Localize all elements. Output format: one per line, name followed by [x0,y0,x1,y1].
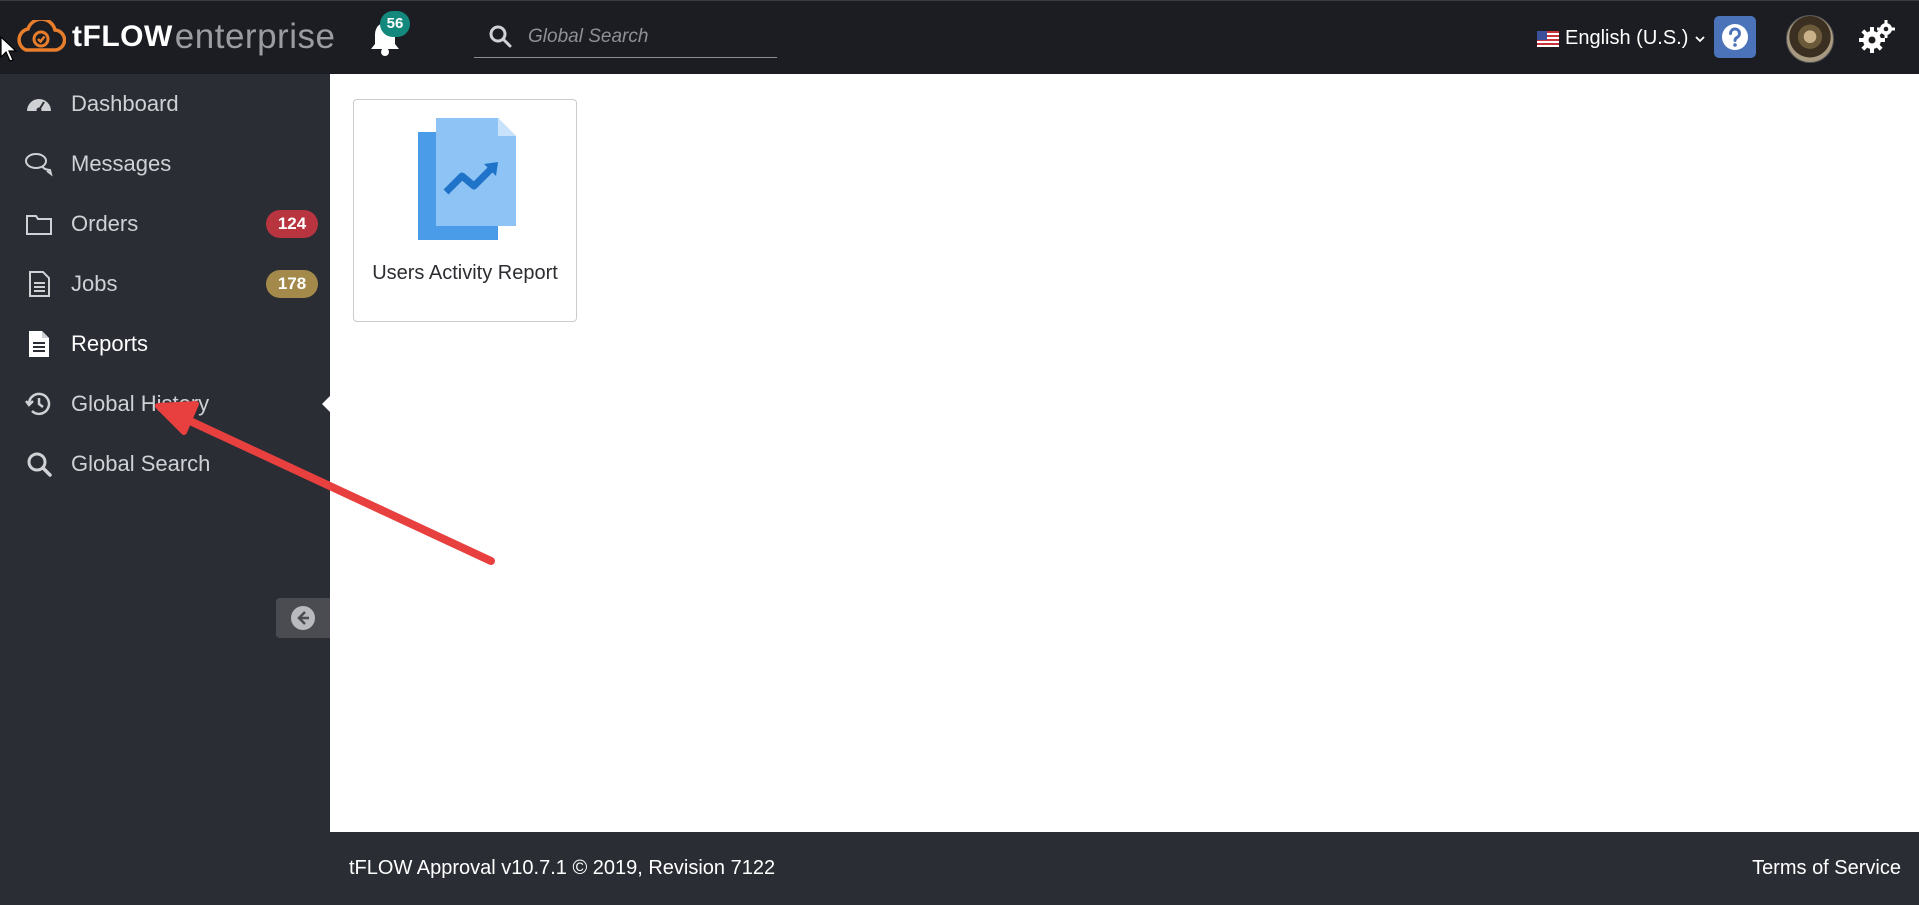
mouse-cursor-icon [0,36,18,62]
help-button[interactable] [1714,16,1756,58]
history-icon [25,392,51,416]
notification-count-badge: 56 [380,11,410,37]
collapse-sidebar-button[interactable] [276,598,330,638]
report-card-users-activity[interactable]: Users Activity Report [353,99,577,322]
jobs-count-badge: 178 [266,270,318,298]
document-icon [29,271,50,297]
app-logo[interactable]: tFLOW enterprise [14,15,335,59]
sidebar-item-messages[interactable]: Messages [0,134,330,194]
user-avatar[interactable] [1786,15,1834,63]
sidebar-item-label: Global History [71,391,210,416]
gears-icon[interactable] [1857,19,1895,57]
sidebar-item-orders[interactable]: Orders 124 [0,194,330,254]
version-info: tFLOW Approval v10.7.1 © 2019, Revision … [349,857,776,879]
global-search-bar [474,17,777,58]
sidebar-item-global-search[interactable]: Global Search [0,434,330,494]
terms-of-service-link[interactable]: Terms of Service [1752,857,1901,880]
folder-icon [26,215,52,235]
orders-count-badge: 124 [266,210,318,238]
sidebar-item-reports[interactable]: Reports [0,314,330,374]
sidebar-item-label: Messages [71,151,172,176]
arrow-left-circle-icon [291,606,315,630]
report-icon [29,331,49,357]
language-selector[interactable]: English (U.S.) [1537,27,1706,50]
messages-icon [25,153,53,177]
sidebar-item-label: Reports [71,331,149,356]
sidebar-item-label: Orders [71,211,139,236]
top-bar: tFLOW enterprise 56 English (U.S.) [0,0,1919,74]
us-flag-icon [1537,30,1559,47]
dashboard-icon [27,99,51,113]
sidebar-item-label: Jobs [71,271,118,296]
search-icon [489,25,512,48]
sidebar-item-jobs[interactable]: Jobs 178 [0,254,330,314]
question-circle-icon [1722,24,1748,50]
report-card-label: Users Activity Report [372,262,558,284]
cloud-logo-icon [17,20,66,52]
global-search-input[interactable] [526,25,770,49]
sidebar-item-dashboard[interactable]: Dashboard [0,74,330,134]
language-label: English (U.S.) [1565,27,1689,49]
sidebar-item-global-history[interactable]: Global History [0,374,330,434]
search-icon [27,452,52,477]
chevron-down-icon [1695,35,1706,42]
chart-file-icon [418,118,516,240]
sidebar: Dashboard Messages Orders 124 Jobs 178 R… [0,74,331,832]
logo-edition-text: enterprise [174,17,336,56]
logo-brand-text: tFLOW [72,20,173,53]
main-content: Users Activity Report [330,74,1919,832]
sidebar-item-label: Dashboard [71,91,179,116]
footer: tFLOW Approval v10.7.1 © 2019, Revision … [0,832,1919,905]
sidebar-item-label: Global Search [71,451,211,476]
